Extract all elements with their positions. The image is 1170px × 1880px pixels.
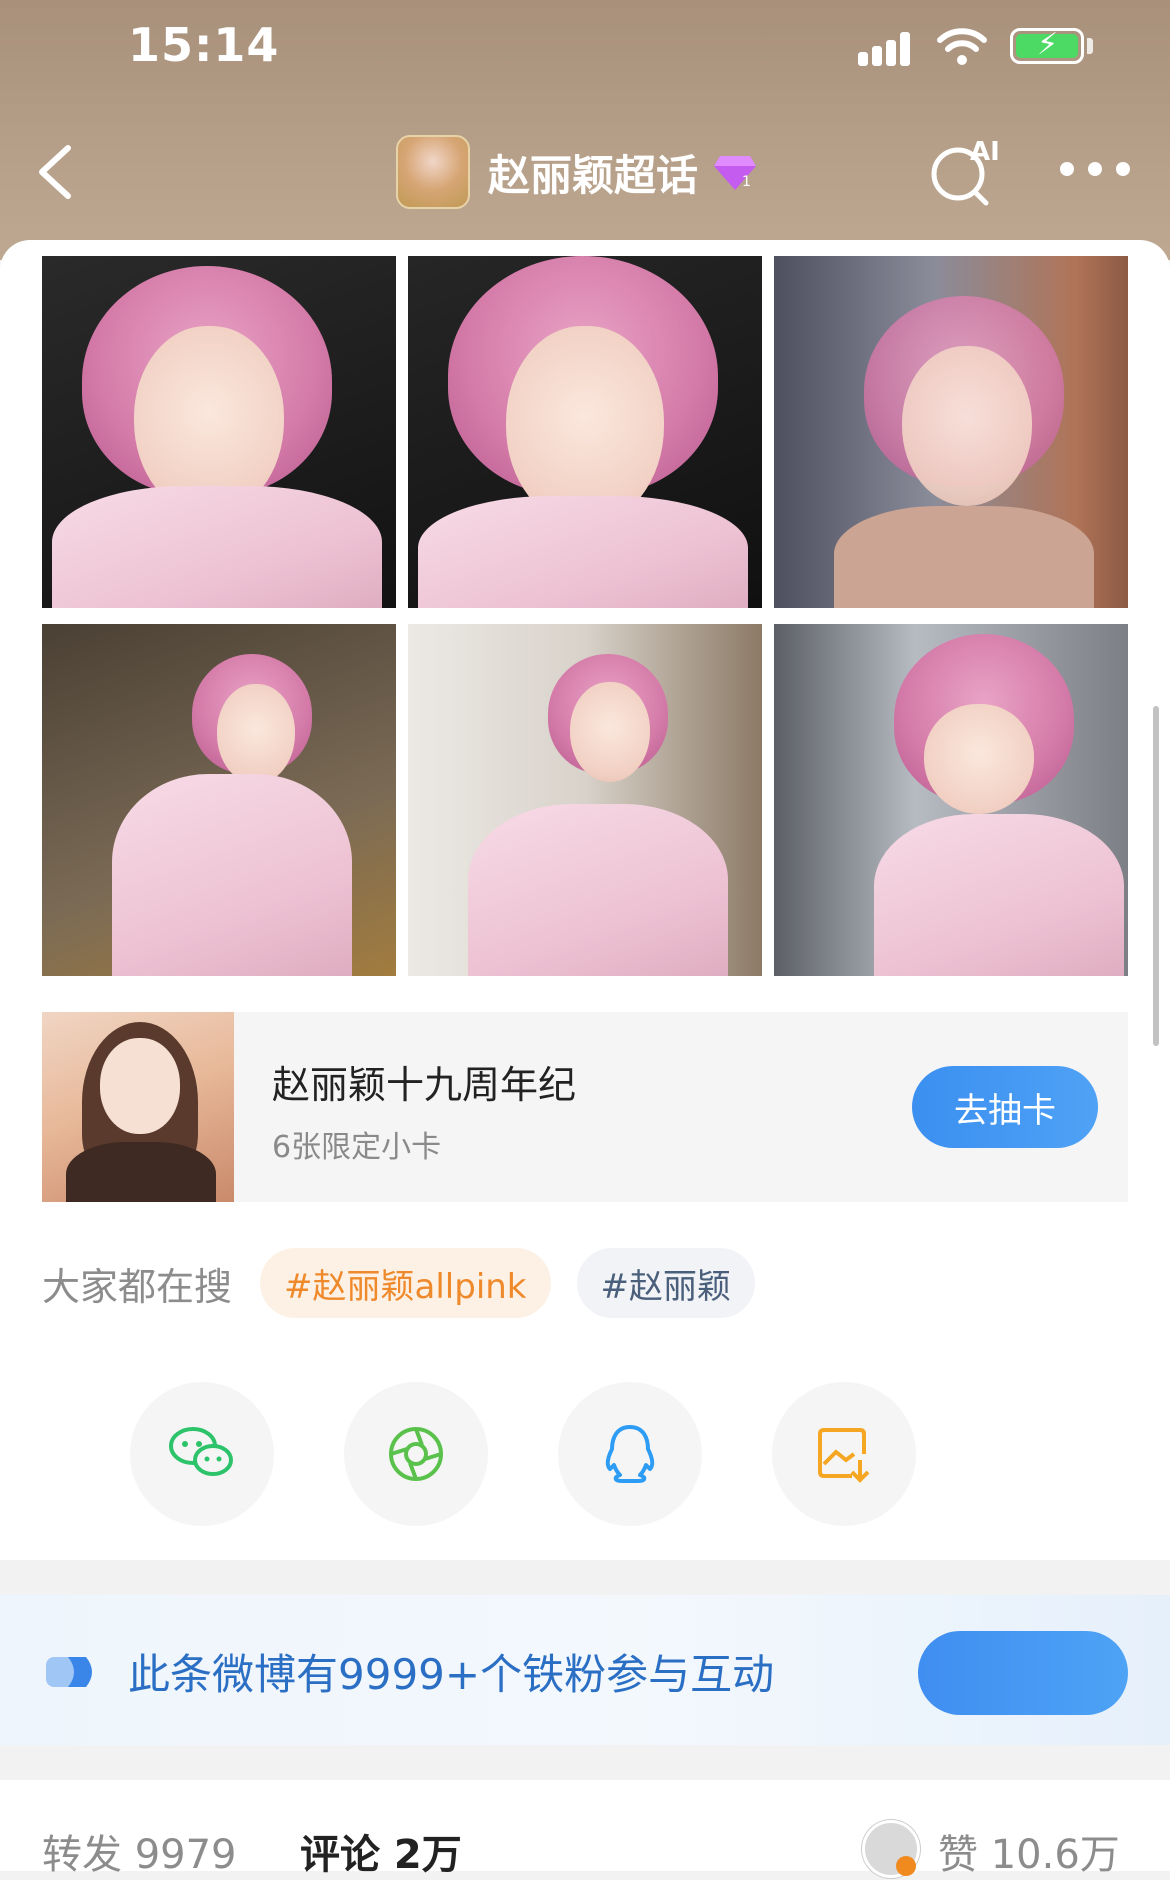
fans-badge-icon — [46, 1657, 92, 1687]
supertopic-avatar — [396, 135, 470, 209]
like-tab[interactable]: 赞 10.6万 — [938, 1822, 1120, 1880]
promo-subtitle: 6张限定小卡 — [272, 1130, 442, 1165]
verified-badge-icon — [896, 1856, 916, 1876]
more-options-icon[interactable] — [1060, 162, 1130, 178]
bottom-action-bar: 转发 9979 评论 2万 赞 10.6万 — [0, 1780, 1170, 1878]
card-draw-promo[interactable]: 赵丽颖十九周年纪 6张限定小卡 去抽卡 — [42, 1012, 1128, 1202]
photo-thumbnail[interactable] — [42, 256, 396, 608]
repost-tab[interactable]: 转发 9979 — [42, 1822, 237, 1880]
fans-action-button[interactable] — [918, 1631, 1128, 1715]
wechat-icon — [169, 1427, 233, 1476]
qq-icon — [605, 1425, 655, 1483]
post-card: 赵丽颖十九周年纪 6张限定小卡 去抽卡 大家都在搜 #赵丽颖allpink #赵… — [0, 240, 1170, 1560]
promo-thumbnail — [42, 1012, 234, 1202]
save-image-icon — [818, 1428, 870, 1483]
battery-tip — [1087, 38, 1093, 54]
ai-search-icon[interactable]: AI — [928, 134, 1004, 206]
fans-interaction-text: 此条微博有9999+个铁粉参与互动 — [128, 1650, 775, 1699]
supertopic-title[interactable]: 赵丽颖超话 1 — [396, 134, 758, 210]
save-image-button[interactable] — [772, 1382, 916, 1526]
moments-icon — [389, 1427, 443, 1481]
back-icon[interactable] — [32, 142, 84, 202]
hot-search-row: 大家都在搜 #赵丽颖allpink #赵丽颖 — [42, 1248, 781, 1318]
photo-thumbnail[interactable] — [774, 256, 1128, 608]
share-moments-button[interactable] — [344, 1382, 488, 1526]
share-row — [130, 1382, 1040, 1526]
comment-tab[interactable]: 评论 2万 — [300, 1822, 462, 1880]
photo-thumbnail[interactable] — [408, 624, 762, 976]
nav-bar: 赵丽颖超话 1 AI — [0, 120, 1170, 220]
status-bar: 15:14 ⚡ — [0, 0, 1170, 95]
photo-thumbnail[interactable] — [774, 624, 1128, 976]
diamond-badge-icon: 1 — [714, 156, 757, 190]
fans-interaction-bar[interactable]: 此条微博有9999+个铁粉参与互动 — [0, 1595, 1170, 1745]
hot-search-label: 大家都在搜 — [42, 1264, 233, 1309]
wifi-icon — [937, 28, 987, 65]
scrollbar[interactable] — [1153, 706, 1159, 1046]
cellular-signal-icon — [858, 30, 918, 66]
battery-icon: ⚡ — [1010, 27, 1084, 64]
share-qq-button[interactable] — [558, 1382, 702, 1526]
page-title: 赵丽颖超话 — [488, 150, 699, 200]
share-wechat-button[interactable] — [130, 1382, 274, 1526]
hot-search-tag[interactable]: #赵丽颖allpink — [260, 1248, 551, 1318]
status-time: 15:14 — [128, 18, 280, 72]
photo-thumbnail[interactable] — [42, 624, 396, 976]
svg-text:1: 1 — [742, 174, 751, 190]
svg-text:AI: AI — [970, 137, 1000, 167]
draw-card-button[interactable]: 去抽卡 — [912, 1066, 1098, 1148]
hot-search-tag[interactable]: #赵丽颖 — [576, 1248, 755, 1318]
promo-title: 赵丽颖十九周年纪 — [272, 1063, 577, 1107]
photo-thumbnail[interactable] — [408, 256, 762, 608]
